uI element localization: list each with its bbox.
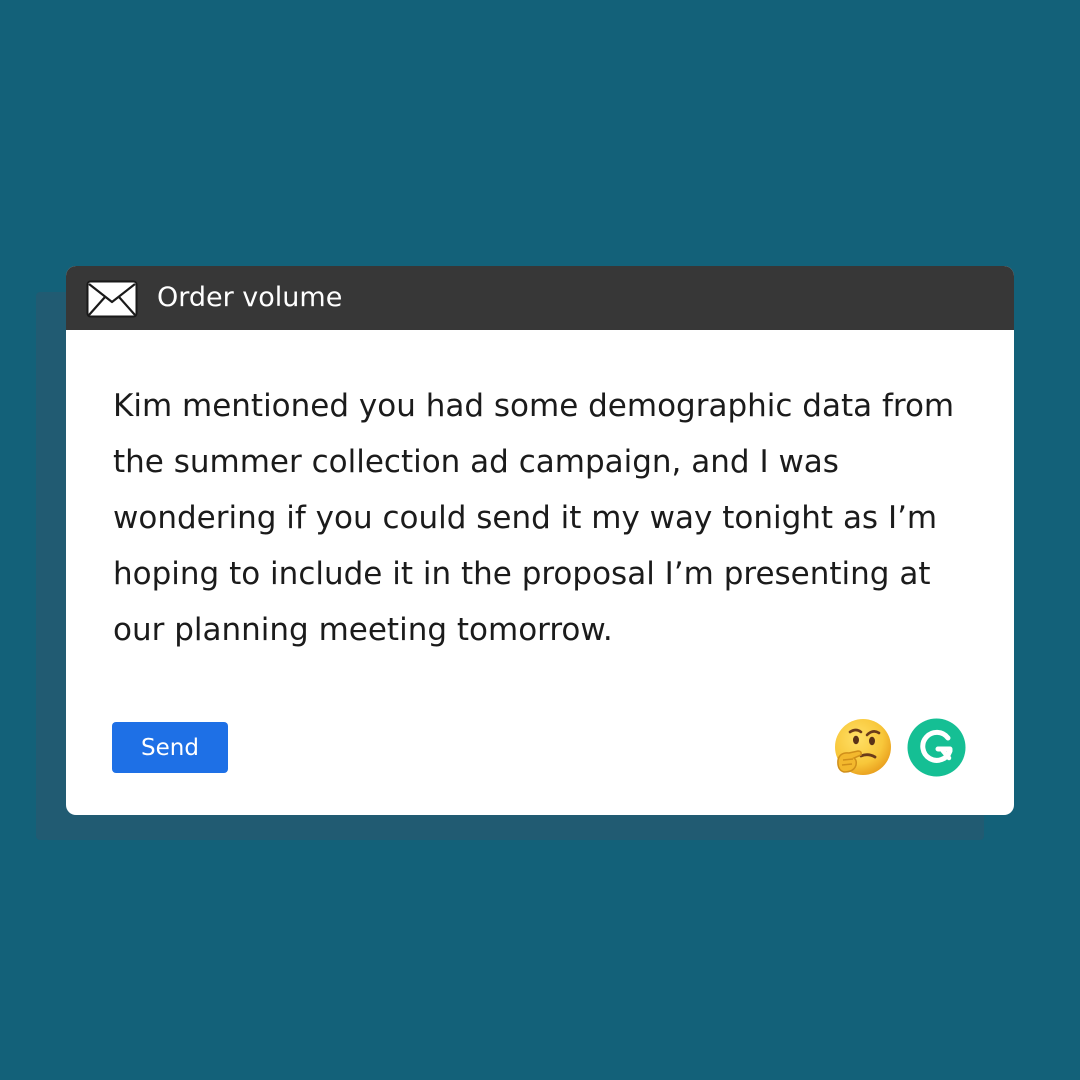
email-compose-card: Order volume Kim mentioned you had some … (66, 266, 1014, 815)
message-body[interactable]: Kim mentioned you had some demographic d… (113, 378, 983, 658)
window-titlebar: Order volume (66, 266, 1014, 330)
grammarly-icon[interactable] (907, 718, 966, 777)
send-button[interactable]: Send (112, 722, 228, 773)
window-title: Order volume (157, 282, 343, 313)
thinking-face-icon[interactable] (832, 717, 893, 778)
envelope-icon (86, 280, 138, 318)
